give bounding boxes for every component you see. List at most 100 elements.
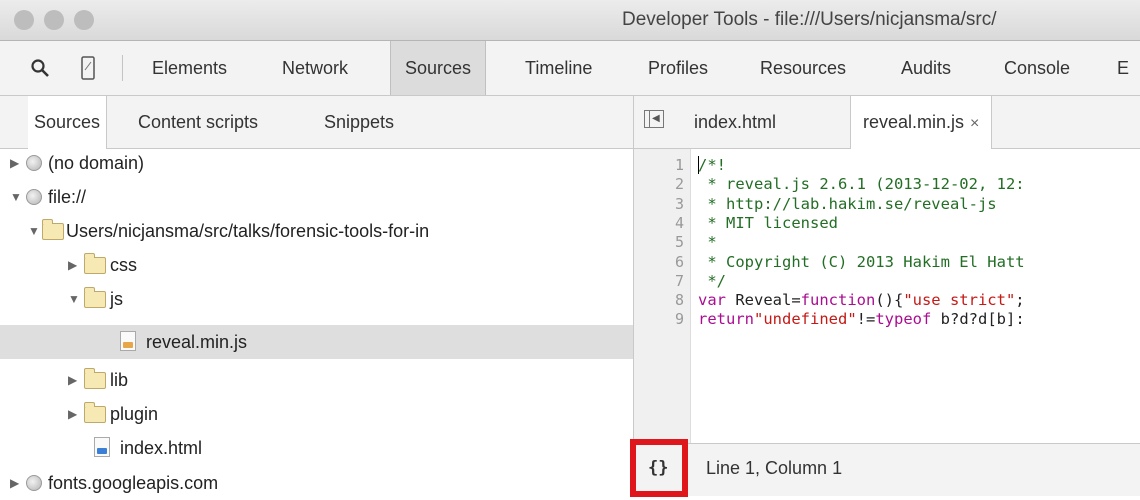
line-number[interactable]: 3 [634,195,684,213]
code-token: b?d?d[b]: [931,310,1025,328]
code-token: != [856,310,876,328]
line-number[interactable]: 5 [634,233,684,251]
tree-item-label: lib [110,370,129,390]
code-token: var [698,291,726,309]
tree-item-label: plugin [110,404,159,424]
code-line[interactable]: */ [698,272,726,290]
sources-navigator: Sources Content scripts Snippets ▶ (no d… [0,96,634,495]
tab-elements[interactable]: Elements [152,41,227,95]
code-line[interactable]: return"undefined"!=typeof b?d?d[b]: [698,310,1025,328]
tree-item-label: reveal.min.js [146,332,248,352]
tab-sources[interactable]: Sources [390,41,487,95]
editor-tab-reveal-min-js[interactable]: reveal.min.js × [850,96,993,149]
window-title: Developer Tools - file:///Users/nicjansm… [622,9,997,30]
close-window-button[interactable] [14,10,34,30]
tab-sources-nav[interactable]: Sources [28,96,108,149]
folder-icon [84,402,106,423]
code-token: /*! [698,156,726,174]
code-line[interactable]: var Reveal=function(){"use strict"; [698,291,1025,309]
tab-timeline[interactable]: Timeline [525,41,592,95]
code-token: ; [1015,291,1025,309]
code-token: * http://lab.hakim.se/reveal-js [698,195,997,213]
line-number[interactable]: 9 [634,310,684,328]
line-number[interactable]: 1 [634,156,684,174]
navigator-tabs: Sources Content scripts Snippets [0,96,633,149]
code-token: "undefined" [754,310,857,328]
pretty-print-button[interactable]: {} [630,439,690,497]
main-toolbar: Elements Network Sources Timeline Profil… [0,41,1140,96]
highlight-annotation [630,439,688,497]
tree-item-lib[interactable]: ▶ lib [0,363,633,397]
code-token: function [800,291,876,309]
code-token: "use strict" [903,291,1016,309]
tree-item-label: file:// [48,187,87,207]
tree-item-label: index.html [120,438,203,458]
cursor-position: Line 1, Column 1 [706,458,843,478]
expand-arrow-icon[interactable]: ▶ [68,397,77,431]
tree-item-project-folder[interactable]: ▼ Users/nicjansma/src/talks/forensic-too… [0,214,633,248]
tree-item-js[interactable]: ▼ js [0,282,633,316]
code-token: * [698,233,717,251]
globe-icon [26,475,42,491]
code-token: * Copyright (C) 2013 Hakim El Hatt [698,253,1025,271]
search-icon[interactable] [30,58,50,78]
code-line[interactable]: * Copyright (C) 2013 Hakim El Hatt [698,253,1025,271]
collapse-arrow-icon[interactable]: ▼ [28,214,40,248]
tab-console[interactable]: Console [1004,41,1070,95]
close-tab-icon[interactable]: × [970,115,979,132]
expand-arrow-icon[interactable]: ▶ [10,146,19,180]
line-number[interactable]: 6 [634,253,684,271]
code-line[interactable]: * reveal.js 2.6.1 (2013-12-02, 12: [698,175,1025,193]
toggle-navigator-icon[interactable]: ◀ [644,110,664,128]
expand-arrow-icon[interactable]: ▶ [68,248,77,282]
folder-icon [84,253,106,274]
tab-profiles[interactable]: Profiles [648,41,708,95]
title-bar: Developer Tools - file:///Users/nicjansm… [0,0,1140,41]
toolbar-separator [122,55,123,81]
source-editor: ◀ index.html reveal.min.js × {} Line 1, C… [630,96,1140,497]
code-token: return [698,310,754,328]
tree-item-index-html[interactable]: index.html [0,431,633,465]
tab-audits[interactable]: Audits [901,41,951,95]
editor-tab-index-html[interactable]: index.html [694,96,776,148]
code-token: typeof [875,310,932,328]
minimize-window-button[interactable] [44,10,64,30]
editor-tab-label: reveal.min.js [863,112,965,132]
tab-resources[interactable]: Resources [760,41,846,95]
line-number[interactable]: 4 [634,214,684,232]
code-line[interactable]: * [698,233,717,251]
tab-network[interactable]: Network [282,41,348,95]
line-number[interactable]: 7 [634,272,684,290]
code-token: */ [698,272,726,290]
code-line[interactable]: * MIT licensed [698,214,838,232]
expand-arrow-icon[interactable]: ▶ [68,363,77,397]
code-token: Reveal= [726,291,801,309]
tree-item-label: css [110,255,137,275]
code-line[interactable]: * http://lab.hakim.se/reveal-js [698,195,997,213]
folder-icon [42,219,64,240]
code-token: * reveal.js 2.6.1 (2013-12-02, 12: [698,175,1025,193]
zoom-window-button[interactable] [74,10,94,30]
code-token: (){ [875,291,904,309]
tree-item-plugin[interactable]: ▶ plugin [0,397,633,431]
tab-overflow[interactable]: E [1117,41,1129,95]
folder-icon [84,287,106,308]
tree-item-css[interactable]: ▶ css [0,248,633,282]
tree-item-label: Users/nicjansma/src/talks/forensic-tools… [66,221,430,241]
line-number[interactable]: 8 [634,291,684,309]
tree-item-no-domain[interactable]: ▶ (no domain) [0,146,633,180]
html-file-icon [94,437,110,457]
line-number[interactable]: 2 [634,175,684,193]
folder-icon [84,368,106,389]
tab-content-scripts[interactable]: Content scripts [138,96,258,148]
tab-snippets[interactable]: Snippets [324,96,394,148]
tree-item-reveal-min-js[interactable]: reveal.min.js [0,325,633,359]
tree-item-label: js [110,289,123,309]
collapse-arrow-icon[interactable]: ▼ [10,180,22,214]
code-line[interactable]: /*! [698,156,726,174]
globe-icon [26,189,42,205]
code-token: * MIT licensed [698,214,838,232]
device-mode-icon[interactable] [80,56,96,80]
tree-item-file[interactable]: ▼ file:// [0,180,633,214]
collapse-arrow-icon[interactable]: ▼ [68,282,80,316]
